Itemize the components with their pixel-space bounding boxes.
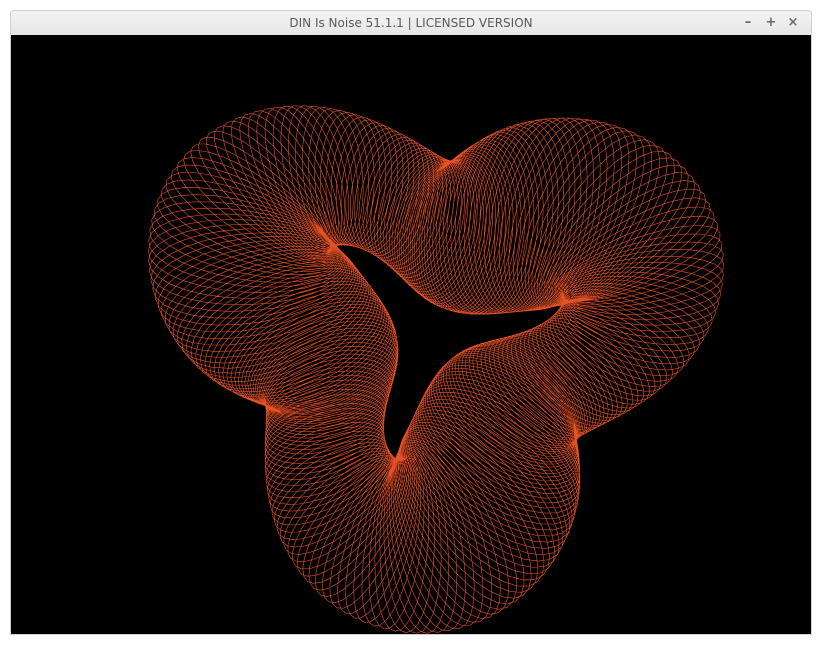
maximize-icon[interactable]: + xyxy=(762,14,780,32)
close-icon[interactable]: × xyxy=(784,14,802,32)
minimize-icon[interactable]: – xyxy=(739,14,757,32)
visualization-canvas[interactable] xyxy=(11,35,811,634)
spirograph-wireframe-icon xyxy=(147,105,725,634)
window-title: DIN Is Noise 51.1.1 | LICENSED VERSION xyxy=(289,16,533,30)
title-bar[interactable]: DIN Is Noise 51.1.1 | LICENSED VERSION –… xyxy=(11,11,811,36)
wireframe-rings xyxy=(147,105,725,634)
app-window: DIN Is Noise 51.1.1 | LICENSED VERSION –… xyxy=(10,10,812,635)
